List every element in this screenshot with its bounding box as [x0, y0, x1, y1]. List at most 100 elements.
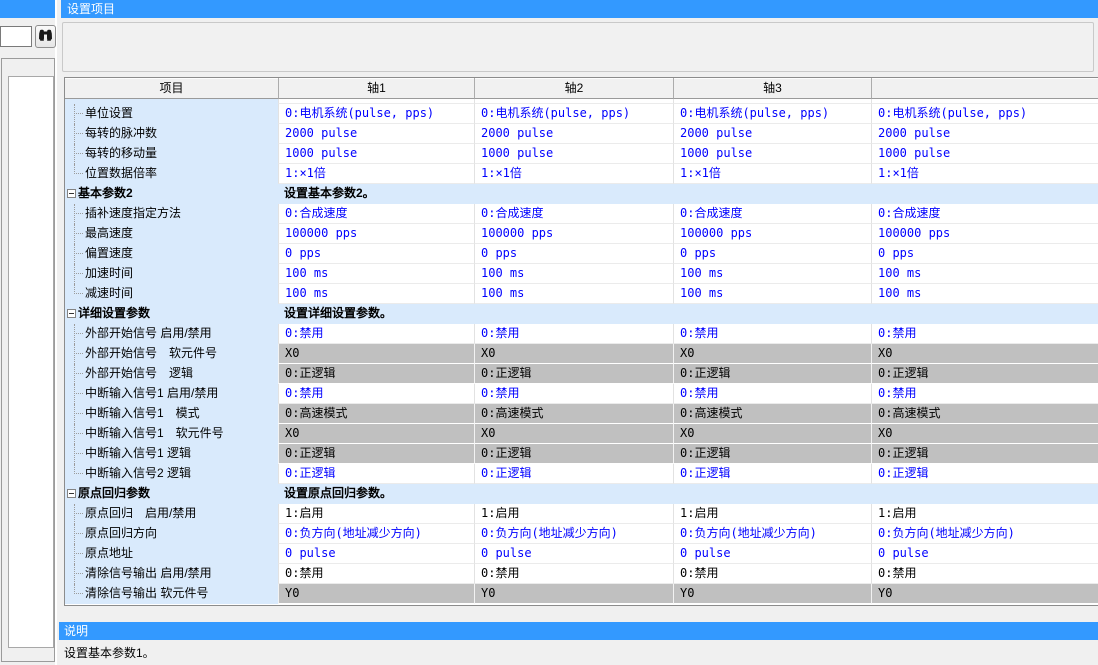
param-value-cell[interactable]: 1:×1倍: [673, 164, 871, 184]
parameter-row[interactable]: 原点回归 启用/禁用1:启用1:启用1:启用1:启用: [65, 504, 1098, 524]
param-value-cell[interactable]: 100000 pps: [278, 224, 474, 244]
param-value-cell[interactable]: 1:启用: [871, 504, 1098, 524]
param-value-cell[interactable]: 100 ms: [871, 264, 1098, 284]
parameter-row[interactable]: 中断输入信号2 逻辑0:正逻辑0:正逻辑0:正逻辑0:正逻辑: [65, 464, 1098, 484]
param-value-cell[interactable]: 0:禁用: [474, 324, 673, 344]
parameter-row[interactable]: 中断输入信号1 启用/禁用0:禁用0:禁用0:禁用0:禁用: [65, 384, 1098, 404]
param-value-cell[interactable]: 0:电机系统(pulse, pps): [278, 104, 474, 124]
description-titlebar[interactable]: 说明: [59, 622, 1098, 640]
param-value-cell[interactable]: 100 ms: [278, 264, 474, 284]
param-value-cell[interactable]: 1:启用: [278, 504, 474, 524]
param-value-cell[interactable]: 1:×1倍: [474, 164, 673, 184]
collapse-icon[interactable]: [67, 309, 76, 318]
param-value-cell[interactable]: 0:合成速度: [673, 204, 871, 224]
param-value-cell[interactable]: 0:正逻辑: [474, 464, 673, 484]
group-row[interactable]: 详细设置参数设置详细设置参数。: [65, 304, 1098, 324]
param-value-cell[interactable]: 100 ms: [474, 284, 673, 304]
param-value-cell[interactable]: 0 pps: [871, 244, 1098, 264]
column-header-轴1[interactable]: 轴1: [278, 78, 474, 99]
param-value-cell[interactable]: 0:禁用: [673, 384, 871, 404]
param-value-cell[interactable]: 0 pps: [474, 244, 673, 264]
param-value-cell[interactable]: 0:负方向(地址减少方向): [474, 524, 673, 544]
param-value-cell[interactable]: 100 ms: [474, 264, 673, 284]
param-value-cell[interactable]: 0:正逻辑: [673, 464, 871, 484]
param-value-cell[interactable]: 0 pulse: [278, 544, 474, 564]
param-value-cell[interactable]: 1:启用: [673, 504, 871, 524]
parameter-row[interactable]: 每转的移动量1000 pulse1000 pulse1000 pulse1000…: [65, 144, 1098, 164]
param-value-cell[interactable]: 0:禁用: [673, 324, 871, 344]
parameter-row[interactable]: 减速时间100 ms100 ms100 ms100 ms: [65, 284, 1098, 304]
param-value-cell[interactable]: 2000 pulse: [871, 124, 1098, 144]
param-value-cell[interactable]: 0:电机系统(pulse, pps): [474, 104, 673, 124]
param-value-cell[interactable]: 0:正逻辑: [871, 464, 1098, 484]
param-value-cell[interactable]: 0:合成速度: [871, 204, 1098, 224]
parameter-row[interactable]: 插补速度指定方法0:合成速度0:合成速度0:合成速度0:合成速度: [65, 204, 1098, 224]
column-header-blank-4[interactable]: [871, 78, 1098, 99]
param-value-cell[interactable]: 1000 pulse: [673, 144, 871, 164]
param-value-cell[interactable]: 100 ms: [278, 284, 474, 304]
settings-panel-titlebar[interactable]: 设置项目: [61, 0, 1098, 18]
parameter-row[interactable]: 原点地址0 pulse0 pulse0 pulse0 pulse: [65, 544, 1098, 564]
param-value-cell[interactable]: 0 pulse: [474, 544, 673, 564]
param-value-cell[interactable]: 0:禁用: [871, 564, 1098, 584]
param-value-cell[interactable]: 0:合成速度: [474, 204, 673, 224]
param-value-cell[interactable]: 100000 pps: [474, 224, 673, 244]
param-value-cell[interactable]: 0:禁用: [278, 324, 474, 344]
param-value-cell[interactable]: 0:负方向(地址减少方向): [673, 524, 871, 544]
search-input[interactable]: [0, 26, 32, 47]
param-value-cell[interactable]: 0:负方向(地址减少方向): [871, 524, 1098, 544]
param-value-cell[interactable]: 0:电机系统(pulse, pps): [871, 104, 1098, 124]
parameter-row[interactable]: 原点回归方向0:负方向(地址减少方向)0:负方向(地址减少方向)0:负方向(地址…: [65, 524, 1098, 544]
parameter-row[interactable]: 外部开始信号 启用/禁用0:禁用0:禁用0:禁用0:禁用: [65, 324, 1098, 344]
param-value-cell[interactable]: 1:×1倍: [278, 164, 474, 184]
param-value-cell[interactable]: 0 pps: [278, 244, 474, 264]
param-value-cell[interactable]: 0:合成速度: [278, 204, 474, 224]
parameter-row[interactable]: 外部开始信号 软元件号X0X0X0X0: [65, 344, 1098, 364]
param-value-cell[interactable]: 1000 pulse: [474, 144, 673, 164]
param-value-cell[interactable]: 0 pulse: [871, 544, 1098, 564]
param-value-cell[interactable]: 0:禁用: [871, 384, 1098, 404]
param-value-cell[interactable]: 0:正逻辑: [278, 464, 474, 484]
param-value-cell[interactable]: 0:禁用: [474, 384, 673, 404]
parameter-row[interactable]: 中断输入信号1 模式0:高速模式0:高速模式0:高速模式0:高速模式: [65, 404, 1098, 424]
column-header-轴2[interactable]: 轴2: [474, 78, 673, 99]
param-value-cell[interactable]: 1000 pulse: [278, 144, 474, 164]
parameter-row[interactable]: 每转的脉冲数2000 pulse2000 pulse2000 pulse2000…: [65, 124, 1098, 144]
param-value-cell[interactable]: 100 ms: [673, 284, 871, 304]
param-value-cell[interactable]: 1000 pulse: [871, 144, 1098, 164]
param-value-cell[interactable]: 1:×1倍: [871, 164, 1098, 184]
parameter-row[interactable]: 偏置速度0 pps0 pps0 pps0 pps: [65, 244, 1098, 264]
param-value-cell[interactable]: 0:禁用: [673, 564, 871, 584]
group-row[interactable]: 基本参数2设置基本参数2。: [65, 184, 1098, 204]
param-value-cell[interactable]: 0:禁用: [474, 564, 673, 584]
param-value-cell[interactable]: 0:负方向(地址减少方向): [278, 524, 474, 544]
param-value-cell[interactable]: 0 pps: [673, 244, 871, 264]
parameter-row[interactable]: 清除信号输出 软元件号Y0Y0Y0Y0: [65, 584, 1098, 604]
parameter-row[interactable]: 中断输入信号1 逻辑0:正逻辑0:正逻辑0:正逻辑0:正逻辑: [65, 444, 1098, 464]
param-value-cell[interactable]: 1:启用: [474, 504, 673, 524]
column-header-轴3[interactable]: 轴3: [673, 78, 871, 99]
param-value-cell[interactable]: 100000 pps: [673, 224, 871, 244]
collapse-icon[interactable]: [67, 489, 76, 498]
group-row[interactable]: 原点回归参数设置原点回归参数。: [65, 484, 1098, 504]
param-value-cell[interactable]: 2000 pulse: [278, 124, 474, 144]
param-value-cell[interactable]: 0:禁用: [278, 564, 474, 584]
parameter-row[interactable]: 单位设置0:电机系统(pulse, pps)0:电机系统(pulse, pps)…: [65, 104, 1098, 124]
param-value-cell[interactable]: 100 ms: [673, 264, 871, 284]
parameter-row[interactable]: 清除信号输出 启用/禁用0:禁用0:禁用0:禁用0:禁用: [65, 564, 1098, 584]
left-dock-titlebar[interactable]: [0, 0, 55, 18]
column-header-项目[interactable]: 项目: [65, 78, 278, 99]
parameter-row[interactable]: 位置数据倍率1:×1倍1:×1倍1:×1倍1:×1倍: [65, 164, 1098, 184]
nav-list[interactable]: [8, 76, 54, 648]
parameter-row[interactable]: 中断输入信号1 软元件号X0X0X0X0: [65, 424, 1098, 444]
parameter-row[interactable]: 加速时间100 ms100 ms100 ms100 ms: [65, 264, 1098, 284]
collapse-icon[interactable]: [67, 189, 76, 198]
param-value-cell[interactable]: 100000 pps: [871, 224, 1098, 244]
find-button[interactable]: [35, 25, 56, 48]
param-value-cell[interactable]: 2000 pulse: [673, 124, 871, 144]
param-value-cell[interactable]: 0:禁用: [871, 324, 1098, 344]
parameter-row[interactable]: 最高速度100000 pps100000 pps100000 pps100000…: [65, 224, 1098, 244]
param-value-cell[interactable]: 0:电机系统(pulse, pps): [673, 104, 871, 124]
param-value-cell[interactable]: 100 ms: [871, 284, 1098, 304]
param-value-cell[interactable]: 0:禁用: [278, 384, 474, 404]
